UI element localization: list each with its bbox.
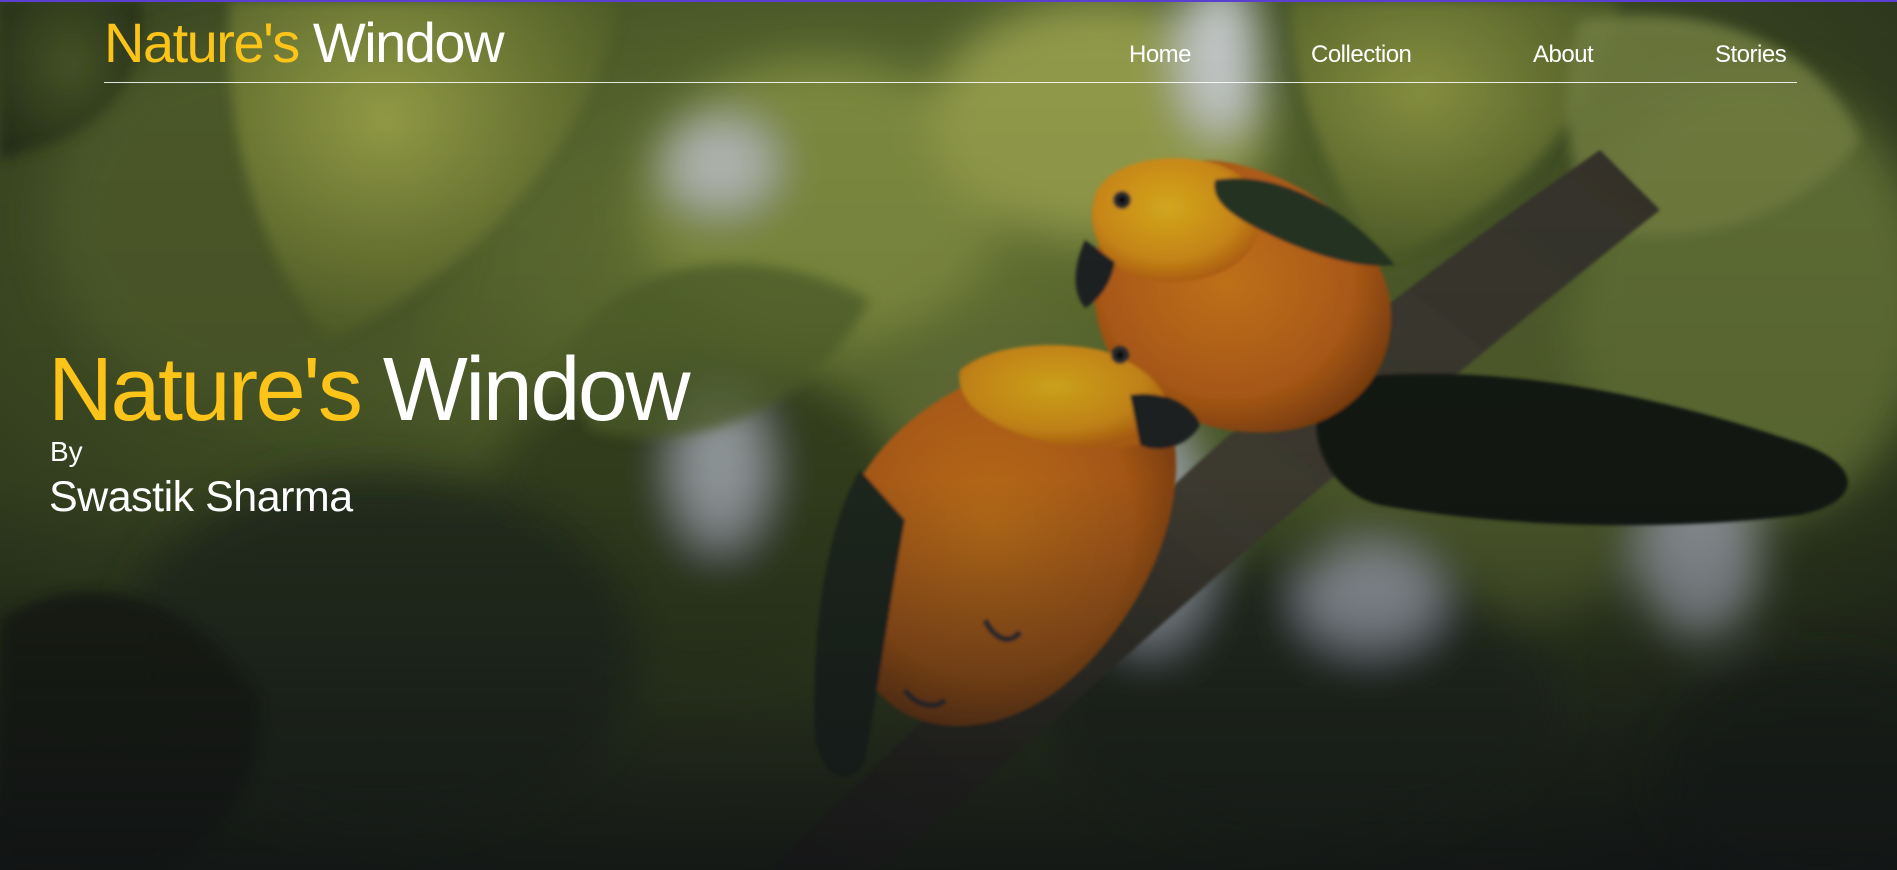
hero-title: Nature's Window [48,340,691,440]
nav-link-home[interactable]: Home [1129,40,1192,70]
nav-links: Home Collection About Stories [104,40,1797,70]
hero-title-natures: Nature's [48,340,363,440]
top-navbar: Nature's Window Home Collection About St… [104,0,1797,83]
hero-by-label: By [50,436,83,467]
nav-link-collection[interactable]: Collection [1311,40,1412,70]
nav-link-stories[interactable]: Stories [1715,40,1787,70]
hero-section: Nature's Window Home Collection About St… [0,0,1897,870]
nav-link-about[interactable]: About [1533,40,1594,70]
hero-title-window: Window [382,340,691,440]
top-accent-bar [0,0,1897,2]
nav-divider [104,82,1797,83]
hero-author-name: Swastik Sharma [49,473,353,521]
